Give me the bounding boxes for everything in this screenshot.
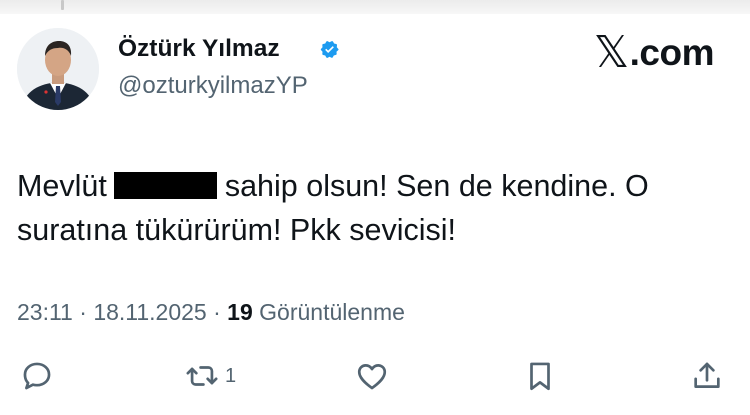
views-label: Görüntülenme bbox=[259, 299, 405, 325]
x-logo-icon: 𝕏 bbox=[593, 28, 629, 77]
reply-button[interactable] bbox=[20, 359, 54, 393]
user-handle[interactable]: @ozturkyilmazYP bbox=[118, 72, 308, 100]
divider bbox=[61, 0, 64, 10]
heart-icon bbox=[357, 364, 387, 390]
retweet-button[interactable]: 1 bbox=[185, 359, 236, 393]
top-strip bbox=[0, 0, 750, 14]
retweet-count: 1 bbox=[225, 364, 237, 387]
bookmark-button[interactable] bbox=[523, 359, 557, 393]
tweet-line-2: suratına tükürürüm! Pkk sevicisi! bbox=[17, 213, 457, 247]
tweet-date[interactable]: 18.11.2025 bbox=[93, 299, 206, 325]
retweet-icon bbox=[186, 366, 218, 386]
views-count: 19 bbox=[227, 299, 253, 325]
tweet-meta: 23:11 · 18.11.2025 · 19 Görüntülenme bbox=[17, 299, 405, 326]
share-button[interactable] bbox=[690, 359, 724, 393]
avatar[interactable] bbox=[17, 28, 99, 110]
tweet-line1-end: sahip olsun! Sen de kendine. O bbox=[224, 169, 649, 203]
tweet-time[interactable]: 23:11 bbox=[17, 299, 73, 325]
tweet-text: Mevlüt sahip olsun! Sen de kendine. O sur… bbox=[17, 164, 717, 252]
brand-domain: .com bbox=[629, 32, 715, 73]
share-icon bbox=[694, 362, 720, 388]
brand-label: 𝕏.com bbox=[593, 28, 715, 77]
tweet-line1-start: Mevlüt bbox=[17, 169, 107, 203]
bookmark-icon bbox=[530, 362, 550, 391]
avatar-image bbox=[17, 28, 99, 110]
display-name[interactable]: Öztürk Yılmaz bbox=[118, 35, 280, 63]
meta-separator: · bbox=[213, 299, 221, 325]
redaction-bar bbox=[113, 172, 217, 199]
like-button[interactable] bbox=[355, 359, 389, 393]
meta-separator: · bbox=[79, 299, 87, 325]
reply-icon bbox=[23, 362, 51, 390]
tweet-line-1: Mevlüt sahip olsun! Sen de kendine. O bbox=[17, 164, 717, 208]
verified-badge-icon bbox=[320, 41, 339, 58]
